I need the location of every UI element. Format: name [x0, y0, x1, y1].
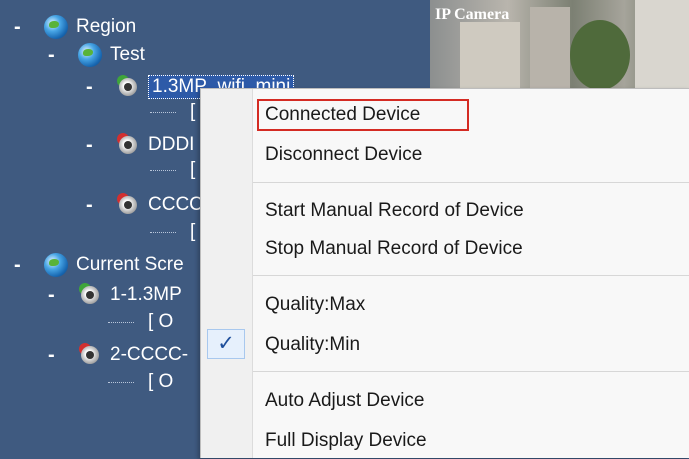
tree-node-screen-2[interactable]: - 2-CCCC- [48, 340, 188, 370]
tree-node-label: Test [110, 44, 145, 65]
tree-node-label: 1-1.3MP [110, 284, 182, 305]
menu-item-disconnect-device[interactable]: Disconnect Device [201, 135, 689, 173]
tree-node-region[interactable]: - Region [14, 12, 136, 42]
menu-item-label: Disconnect Device [265, 144, 423, 165]
menu-item-label: Auto Adjust Device [265, 390, 425, 411]
collapse-toggle[interactable]: - [48, 45, 62, 65]
tree-node-test[interactable]: - Test [48, 40, 145, 70]
tree-child-row: [ [150, 158, 195, 182]
camera-offline-icon [116, 133, 140, 157]
menu-item-label: Start Manual Record of Device [265, 200, 524, 221]
menu-item-label: Connected Device [265, 104, 421, 125]
collapse-toggle[interactable]: - [86, 135, 100, 155]
camera-overlay-text: IP Camera [435, 6, 510, 23]
menu-item-label: Stop Manual Record of Device [265, 238, 523, 259]
menu-separator [253, 371, 689, 372]
collapse-toggle[interactable]: - [48, 345, 62, 365]
tree-child-row: [ O [108, 370, 173, 394]
collapse-toggle[interactable]: - [86, 77, 100, 97]
collapse-toggle[interactable]: - [14, 255, 28, 275]
menu-separator [253, 275, 689, 276]
menu-item-connected-device[interactable]: Connected Device [201, 95, 689, 133]
camera-preview[interactable]: IP Camera [430, 0, 689, 92]
camera-online-icon [116, 75, 140, 99]
globe-icon [44, 15, 68, 39]
tree-node-screen-1[interactable]: - 1-1.3MP [48, 280, 182, 310]
menu-item-full-display[interactable]: Full Display Device [201, 421, 689, 459]
menu-item-stop-manual-record[interactable]: Stop Manual Record of Device [201, 229, 689, 267]
camera-offline-icon [116, 193, 140, 217]
tree-node-label: Current Scre [76, 254, 184, 275]
menu-item-label: Quality:Max [265, 294, 366, 315]
context-menu[interactable]: Connected Device Disconnect Device Start… [200, 88, 689, 458]
menu-item-label: Quality:Min [265, 334, 361, 355]
collapse-toggle[interactable]: - [86, 195, 100, 215]
collapse-toggle[interactable]: - [48, 285, 62, 305]
menu-item-label: Full Display Device [265, 430, 427, 451]
collapse-toggle[interactable]: - [14, 17, 28, 37]
menu-item-quality-max[interactable]: Quality:Max [201, 285, 689, 323]
globe-icon [44, 253, 68, 277]
tree-node-device-3[interactable]: - CCCC [86, 190, 203, 220]
menu-separator [253, 182, 689, 183]
tree-node-label: 2-CCCC- [110, 344, 189, 365]
tree-node-current-screen[interactable]: - Current Scre [14, 250, 184, 280]
tree-node-label: CCCC [148, 194, 203, 215]
tree-node-device-2[interactable]: - DDDI [86, 130, 194, 160]
camera-online-icon [78, 283, 102, 307]
camera-offline-icon [78, 343, 102, 367]
tree-child-row: [ [150, 220, 195, 244]
tree-node-label: DDDI [148, 134, 195, 155]
menu-item-start-manual-record[interactable]: Start Manual Record of Device [201, 191, 689, 229]
menu-item-auto-adjust[interactable]: Auto Adjust Device [201, 381, 689, 419]
tree-node-label: Region [76, 16, 137, 37]
menu-item-quality-min[interactable]: ✓ Quality:Min [201, 325, 689, 363]
globe-icon [78, 43, 102, 67]
tree-child-row: [ [150, 100, 195, 124]
check-icon: ✓ [207, 329, 245, 359]
tree-child-row: [ O [108, 310, 173, 334]
